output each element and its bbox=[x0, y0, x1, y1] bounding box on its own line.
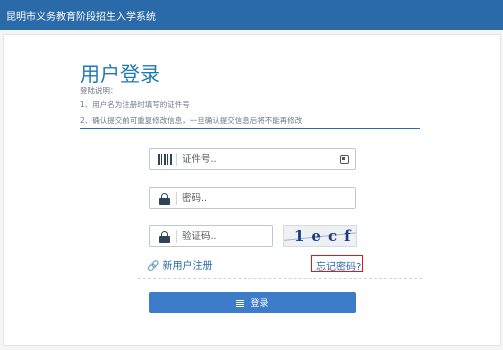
field-separator bbox=[176, 153, 177, 166]
captcha-field[interactable] bbox=[149, 225, 273, 247]
lock-icon bbox=[159, 193, 170, 205]
title-divider bbox=[80, 128, 420, 129]
barcode-icon bbox=[158, 154, 172, 165]
top-bar: 昆明市义务教育阶段招生入学系统 bbox=[0, 0, 503, 30]
clear-icon[interactable] bbox=[340, 155, 349, 164]
instruction-line-1: 1、用户名为注册时填写的证件号 bbox=[80, 100, 190, 109]
instruction-line-2: 2、确认提交前可重复修改信息，一旦确认提交信息后将不能再修改 bbox=[80, 116, 303, 125]
login-icon bbox=[236, 300, 245, 307]
register-link[interactable]: 🔗 新用户注册 bbox=[147, 257, 212, 272]
page-title: 用户登录 bbox=[80, 62, 160, 86]
captcha-text: 1ecf bbox=[294, 227, 357, 245]
field-separator bbox=[176, 192, 177, 205]
field-separator bbox=[176, 230, 177, 243]
password-field[interactable] bbox=[149, 187, 356, 209]
instructions-title: 登陆说明： bbox=[80, 86, 118, 95]
login-button[interactable]: 登录 bbox=[149, 292, 356, 313]
captcha-image[interactable]: 1ecf bbox=[283, 225, 357, 247]
id-number-input[interactable] bbox=[182, 151, 332, 167]
login-label: 登录 bbox=[250, 299, 269, 309]
forgot-password-link[interactable]: 忘记密码? bbox=[316, 258, 361, 273]
register-label: 新用户注册 bbox=[162, 261, 213, 272]
id-number-field[interactable] bbox=[149, 148, 356, 170]
lock-icon bbox=[159, 231, 170, 243]
link-icon: 🔗 bbox=[147, 261, 160, 272]
app-title: 昆明市义务教育阶段招生入学系统 bbox=[6, 12, 156, 23]
captcha-input[interactable] bbox=[182, 228, 267, 244]
dashed-divider bbox=[138, 278, 422, 279]
password-input[interactable] bbox=[182, 190, 332, 206]
